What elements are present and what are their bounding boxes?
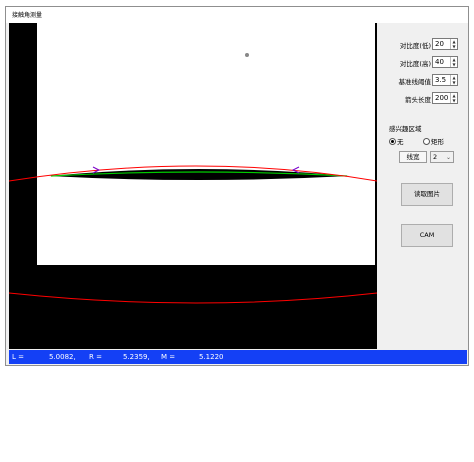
- arrow-length-label: 箭头长度: [405, 96, 431, 104]
- roi-none-label: 无: [397, 138, 404, 146]
- baseline-threshold-value: 3.5: [435, 76, 447, 84]
- l-value: 5.0082,: [49, 353, 76, 361]
- r-label: R =: [89, 353, 102, 361]
- control-panel: 对比度(低) 20 ▲ ▼ 对比度(高) 40 ▲ ▼ 基准线阈值 3.5 ▲ ▼ 箭…: [379, 23, 469, 349]
- roi-group: 感兴趣区域 无 矩形: [389, 123, 457, 149]
- m-label: M =: [161, 353, 176, 361]
- roi-none-radio[interactable]: 无: [389, 136, 404, 146]
- l-label: L =: [12, 353, 24, 361]
- spin-arrows-icon[interactable]: ▲ ▼: [450, 39, 457, 49]
- contrast-low-spinbox[interactable]: 20 ▲ ▼: [432, 38, 458, 50]
- dust-speck: [245, 53, 249, 57]
- r-value: 5.2359,: [123, 353, 150, 361]
- arrow-length-spinbox[interactable]: 200 ▲ ▼: [432, 92, 458, 104]
- roi-title: 感兴趣区域: [389, 125, 422, 133]
- spin-arrows-icon[interactable]: ▲ ▼: [450, 75, 457, 85]
- roi-rect-label: 矩形: [431, 138, 444, 146]
- measurement-overlay: [9, 53, 377, 304]
- contrast-low-value: 20: [435, 40, 444, 48]
- line-width-label: 线宽: [399, 151, 427, 163]
- radio-checked-icon: [389, 137, 396, 145]
- contour-line-bottom: [9, 292, 377, 304]
- arrow-length-value: 200: [435, 94, 449, 102]
- contrast-high-label: 对比度(高): [399, 60, 431, 68]
- chevron-down-icon: ⌄: [445, 154, 451, 161]
- contrast-high-value: 40: [435, 58, 444, 66]
- read-image-button[interactable]: 读取图片: [401, 183, 453, 206]
- status-bar: L = 5.0082, R = 5.2359, M = 5.1220: [9, 350, 467, 364]
- baseline-threshold-spinbox[interactable]: 3.5 ▲ ▼: [432, 74, 458, 86]
- roi-rect-radio[interactable]: 矩形: [423, 136, 444, 146]
- image-viewport[interactable]: [9, 23, 377, 349]
- baseline-threshold-label: 基准线阈值: [398, 78, 432, 86]
- m-value: 5.1220: [199, 353, 224, 361]
- line-width-select[interactable]: 2 ⌄: [430, 151, 454, 163]
- cam-button[interactable]: CAM: [401, 224, 453, 247]
- radio-unchecked-icon: [423, 137, 430, 145]
- line-width-value: 2: [433, 153, 438, 161]
- contrast-high-spinbox[interactable]: 40 ▲ ▼: [432, 56, 458, 68]
- spin-arrows-icon[interactable]: ▲ ▼: [450, 93, 457, 103]
- spin-arrows-icon[interactable]: ▲ ▼: [450, 57, 457, 67]
- title-bar: 接触角测量: [6, 7, 468, 23]
- window-title: 接触角测量: [12, 12, 43, 19]
- main-window: 接触角测量 对比度(低) 20 ▲ ▼ 对比度(高) 40 ▲ ▼ 基准线阈值 …: [5, 6, 469, 366]
- contrast-low-label: 对比度(低): [399, 42, 431, 50]
